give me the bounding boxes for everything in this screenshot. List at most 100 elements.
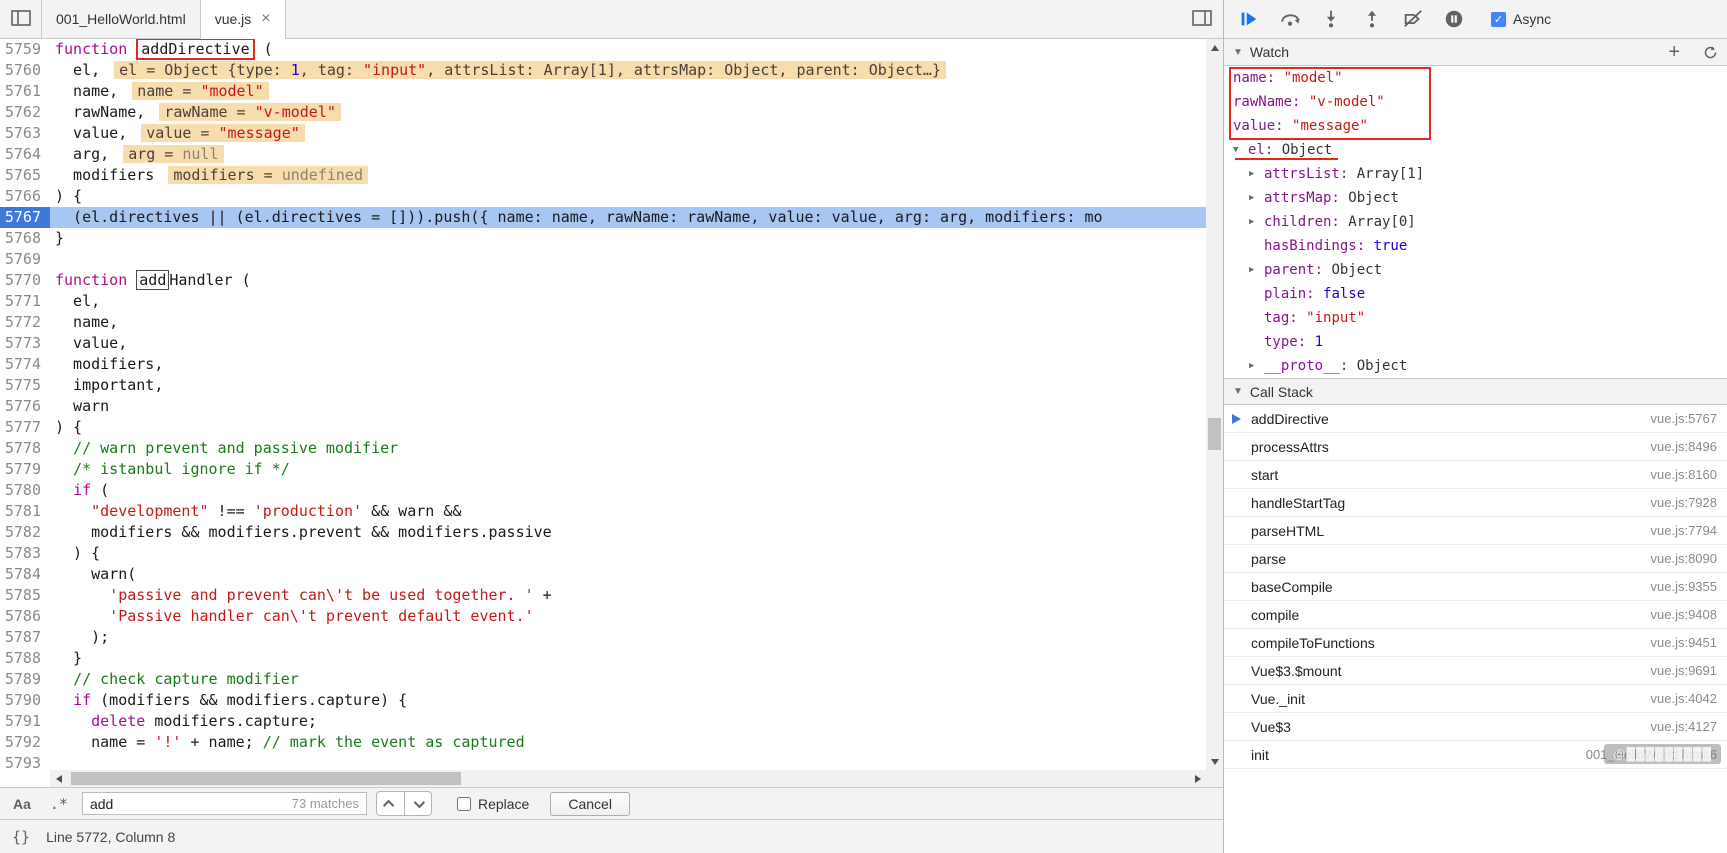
vertical-scroll-thumb[interactable] xyxy=(1208,418,1221,451)
watch-section-header[interactable]: ▼ Watch + xyxy=(1224,39,1727,66)
frame-location[interactable]: vue.js:4042 xyxy=(1651,691,1718,706)
line-number[interactable]: 5771 xyxy=(0,291,50,312)
code-text[interactable]: value, xyxy=(50,333,1206,354)
pretty-print-button[interactable]: {} xyxy=(12,828,30,846)
code-text[interactable]: arg, arg = null xyxy=(50,144,1206,165)
code-text[interactable]: modifiers, xyxy=(50,354,1206,375)
line-number[interactable]: 5792 xyxy=(0,732,50,753)
watch-item[interactable]: ▶ children: Array[0] xyxy=(1224,210,1727,234)
expand-triangle-icon[interactable]: ▶ xyxy=(1249,193,1264,203)
code-text[interactable]: modifiers && modifiers.prevent && modifi… xyxy=(50,522,1206,543)
scroll-up-button[interactable] xyxy=(1206,39,1223,56)
watch-item[interactable]: plain: false xyxy=(1224,282,1727,306)
line-number[interactable]: 5766 xyxy=(0,186,50,207)
horizontal-scrollbar[interactable] xyxy=(50,770,1206,787)
line-number[interactable]: 5767 xyxy=(0,207,50,228)
pause-on-exceptions-button[interactable] xyxy=(1442,7,1466,31)
watch-item[interactable]: ▼ el: Object xyxy=(1224,138,1727,162)
code-text[interactable]: "development" !== 'production' && warn &… xyxy=(50,501,1206,522)
code-text[interactable]: name, name = "model" xyxy=(50,81,1206,102)
frame-location[interactable]: vue.js:9451 xyxy=(1651,635,1718,650)
line-number[interactable]: 5769 xyxy=(0,249,50,270)
watch-item[interactable]: ▶ __proto__: Object xyxy=(1224,354,1727,378)
frame-location[interactable]: vue.js:7794 xyxy=(1651,523,1718,538)
line-number[interactable]: 5784 xyxy=(0,564,50,585)
frame-location[interactable]: vue.js:9691 xyxy=(1651,663,1718,678)
frame-location[interactable]: vue.js:5767 xyxy=(1651,411,1718,426)
code-text[interactable]: /* istanbul ignore if */ xyxy=(50,459,1206,480)
code-text[interactable]: // check capture modifier xyxy=(50,669,1206,690)
line-number[interactable]: 5775 xyxy=(0,375,50,396)
callstack-frame[interactable]: baseCompile vue.js:9355 xyxy=(1224,573,1727,601)
code-text[interactable]: ) { xyxy=(50,186,1206,207)
line-number[interactable]: 5762 xyxy=(0,102,50,123)
line-number[interactable]: 5777 xyxy=(0,417,50,438)
watch-item[interactable]: value: "message" xyxy=(1224,114,1727,138)
code-text[interactable]: value, value = "message" xyxy=(50,123,1206,144)
line-number[interactable]: 5768 xyxy=(0,228,50,249)
line-number[interactable]: 5770 xyxy=(0,270,50,291)
line-number[interactable]: 5761 xyxy=(0,81,50,102)
code-text[interactable] xyxy=(50,753,1206,770)
line-number[interactable]: 5773 xyxy=(0,333,50,354)
watch-item[interactable]: type: 1 xyxy=(1224,330,1727,354)
horizontal-scroll-thumb[interactable] xyxy=(71,772,461,785)
callstack-frame[interactable]: Vue$3 vue.js:4127 xyxy=(1224,713,1727,741)
step-out-button[interactable] xyxy=(1360,7,1384,31)
line-number[interactable]: 5763 xyxy=(0,123,50,144)
scroll-left-button[interactable] xyxy=(50,770,67,787)
line-number[interactable]: 5788 xyxy=(0,648,50,669)
match-case-button[interactable]: Aa xyxy=(8,794,36,814)
vertical-scroll-track[interactable] xyxy=(1206,56,1223,753)
code-text[interactable]: ) { xyxy=(50,417,1206,438)
watch-item[interactable]: ▶ attrsList: Array[1] xyxy=(1224,162,1727,186)
line-number[interactable]: 5782 xyxy=(0,522,50,543)
callstack-frame[interactable]: Vue._init vue.js:4042 xyxy=(1224,685,1727,713)
deactivate-breakpoints-button[interactable] xyxy=(1401,7,1425,31)
code-text[interactable]: important, xyxy=(50,375,1206,396)
replace-checkbox[interactable] xyxy=(456,796,471,811)
resume-button[interactable] xyxy=(1237,7,1261,31)
line-number[interactable]: 5776 xyxy=(0,396,50,417)
quick-source-toggle-button[interactable] xyxy=(1181,0,1223,39)
line-number[interactable]: 5765 xyxy=(0,165,50,186)
code-text[interactable]: 'Passive handler can\'t prevent default … xyxy=(50,606,1206,627)
code-text[interactable]: if ( xyxy=(50,480,1206,501)
expand-triangle-icon[interactable]: ▶ xyxy=(1249,265,1264,275)
code-text[interactable]: ); xyxy=(50,627,1206,648)
scroll-down-button[interactable] xyxy=(1206,753,1223,770)
callstack-frame[interactable]: addDirective vue.js:5767 xyxy=(1224,405,1727,433)
code-text[interactable]: 'passive and prevent can\'t be used toge… xyxy=(50,585,1206,606)
line-number[interactable]: 5772 xyxy=(0,312,50,333)
frame-location[interactable]: vue.js:4127 xyxy=(1651,719,1718,734)
code-text[interactable]: function addDirective ( xyxy=(50,39,1206,60)
frame-location[interactable]: vue.js:8090 xyxy=(1651,551,1718,566)
previous-match-button[interactable] xyxy=(377,792,404,815)
frame-location[interactable]: vue.js:9355 xyxy=(1651,579,1718,594)
line-number[interactable]: 5785 xyxy=(0,585,50,606)
code-text[interactable]: warn( xyxy=(50,564,1206,585)
frame-location[interactable]: vue.js:8496 xyxy=(1651,439,1718,454)
tab-vuejs[interactable]: vue.js × xyxy=(200,0,286,39)
search-field[interactable]: 73 matches xyxy=(81,792,367,815)
async-checkbox[interactable]: ✓ xyxy=(1491,11,1506,27)
code-area[interactable]: 5759 function addDirective (5760 el, el = … xyxy=(0,39,1206,770)
line-number[interactable]: 5780 xyxy=(0,480,50,501)
code-text[interactable]: warn xyxy=(50,396,1206,417)
line-number[interactable]: 5778 xyxy=(0,438,50,459)
code-text[interactable]: name, xyxy=(50,312,1206,333)
code-text[interactable]: } xyxy=(50,228,1206,249)
line-number[interactable]: 5760 xyxy=(0,60,50,81)
code-text[interactable]: delete modifiers.capture; xyxy=(50,711,1206,732)
code-text[interactable]: (el.directives || (el.directives = [])).… xyxy=(50,207,1206,228)
callstack-frame[interactable]: handleStartTag vue.js:7928 xyxy=(1224,489,1727,517)
code-text[interactable]: modifiers modifiers = undefined xyxy=(50,165,1206,186)
code-text[interactable]: } xyxy=(50,648,1206,669)
code-text[interactable]: ) { xyxy=(50,543,1206,564)
expand-triangle-icon[interactable]: ▶ xyxy=(1249,361,1264,371)
frame-location[interactable]: vue.js:7928 xyxy=(1651,495,1718,510)
callstack-frame[interactable]: parseHTML vue.js:7794 xyxy=(1224,517,1727,545)
frame-location[interactable]: vue.js:8160 xyxy=(1651,467,1718,482)
add-watch-expression-icon[interactable]: + xyxy=(1668,42,1680,62)
callstack-section-header[interactable]: ▼ Call Stack xyxy=(1224,378,1727,405)
